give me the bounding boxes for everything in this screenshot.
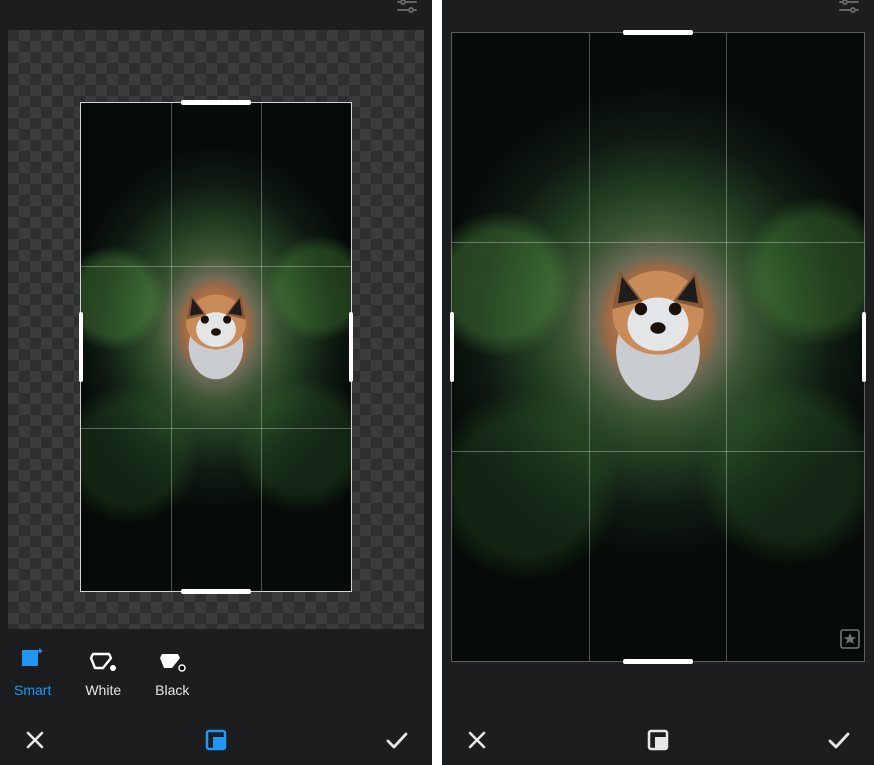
bucket-black-icon bbox=[157, 646, 187, 676]
sparkle-fill-icon bbox=[18, 646, 48, 676]
star-icon[interactable] bbox=[840, 629, 860, 649]
expand-tool-button[interactable] bbox=[641, 723, 675, 757]
crop-handle-right[interactable] bbox=[349, 312, 353, 382]
confirm-button[interactable] bbox=[822, 723, 856, 757]
canvas-right[interactable] bbox=[442, 8, 874, 715]
crop-handle-right[interactable] bbox=[862, 312, 866, 382]
fill-option-smart[interactable]: Smart bbox=[14, 646, 51, 698]
crop-handle-top[interactable] bbox=[623, 30, 693, 35]
fill-option-label: Black bbox=[155, 682, 189, 698]
crop-handle-left[interactable] bbox=[450, 312, 454, 382]
cancel-button[interactable] bbox=[18, 723, 52, 757]
expand-tool-button[interactable] bbox=[199, 723, 233, 757]
editor-pane-right bbox=[442, 0, 874, 765]
fill-mode-row: Smart White Black bbox=[0, 629, 432, 715]
crop-frame[interactable] bbox=[80, 102, 352, 592]
crop-handle-bottom[interactable] bbox=[623, 659, 693, 664]
cancel-button[interactable] bbox=[460, 723, 494, 757]
fill-option-label: Smart bbox=[14, 682, 51, 698]
fill-option-black[interactable]: Black bbox=[155, 646, 189, 698]
fill-option-white[interactable]: White bbox=[85, 646, 121, 698]
confirm-button[interactable] bbox=[380, 723, 414, 757]
fill-option-label: White bbox=[85, 682, 121, 698]
crop-handle-bottom[interactable] bbox=[181, 589, 251, 594]
crop-handle-left[interactable] bbox=[79, 312, 83, 382]
bottom-toolbar bbox=[442, 715, 874, 765]
bucket-white-icon bbox=[88, 646, 118, 676]
crop-frame[interactable] bbox=[451, 32, 865, 662]
canvas-left[interactable] bbox=[0, 8, 432, 629]
crop-handle-top[interactable] bbox=[181, 100, 251, 105]
editor-pane-left: Smart White Black bbox=[0, 0, 432, 765]
bottom-toolbar bbox=[0, 715, 432, 765]
